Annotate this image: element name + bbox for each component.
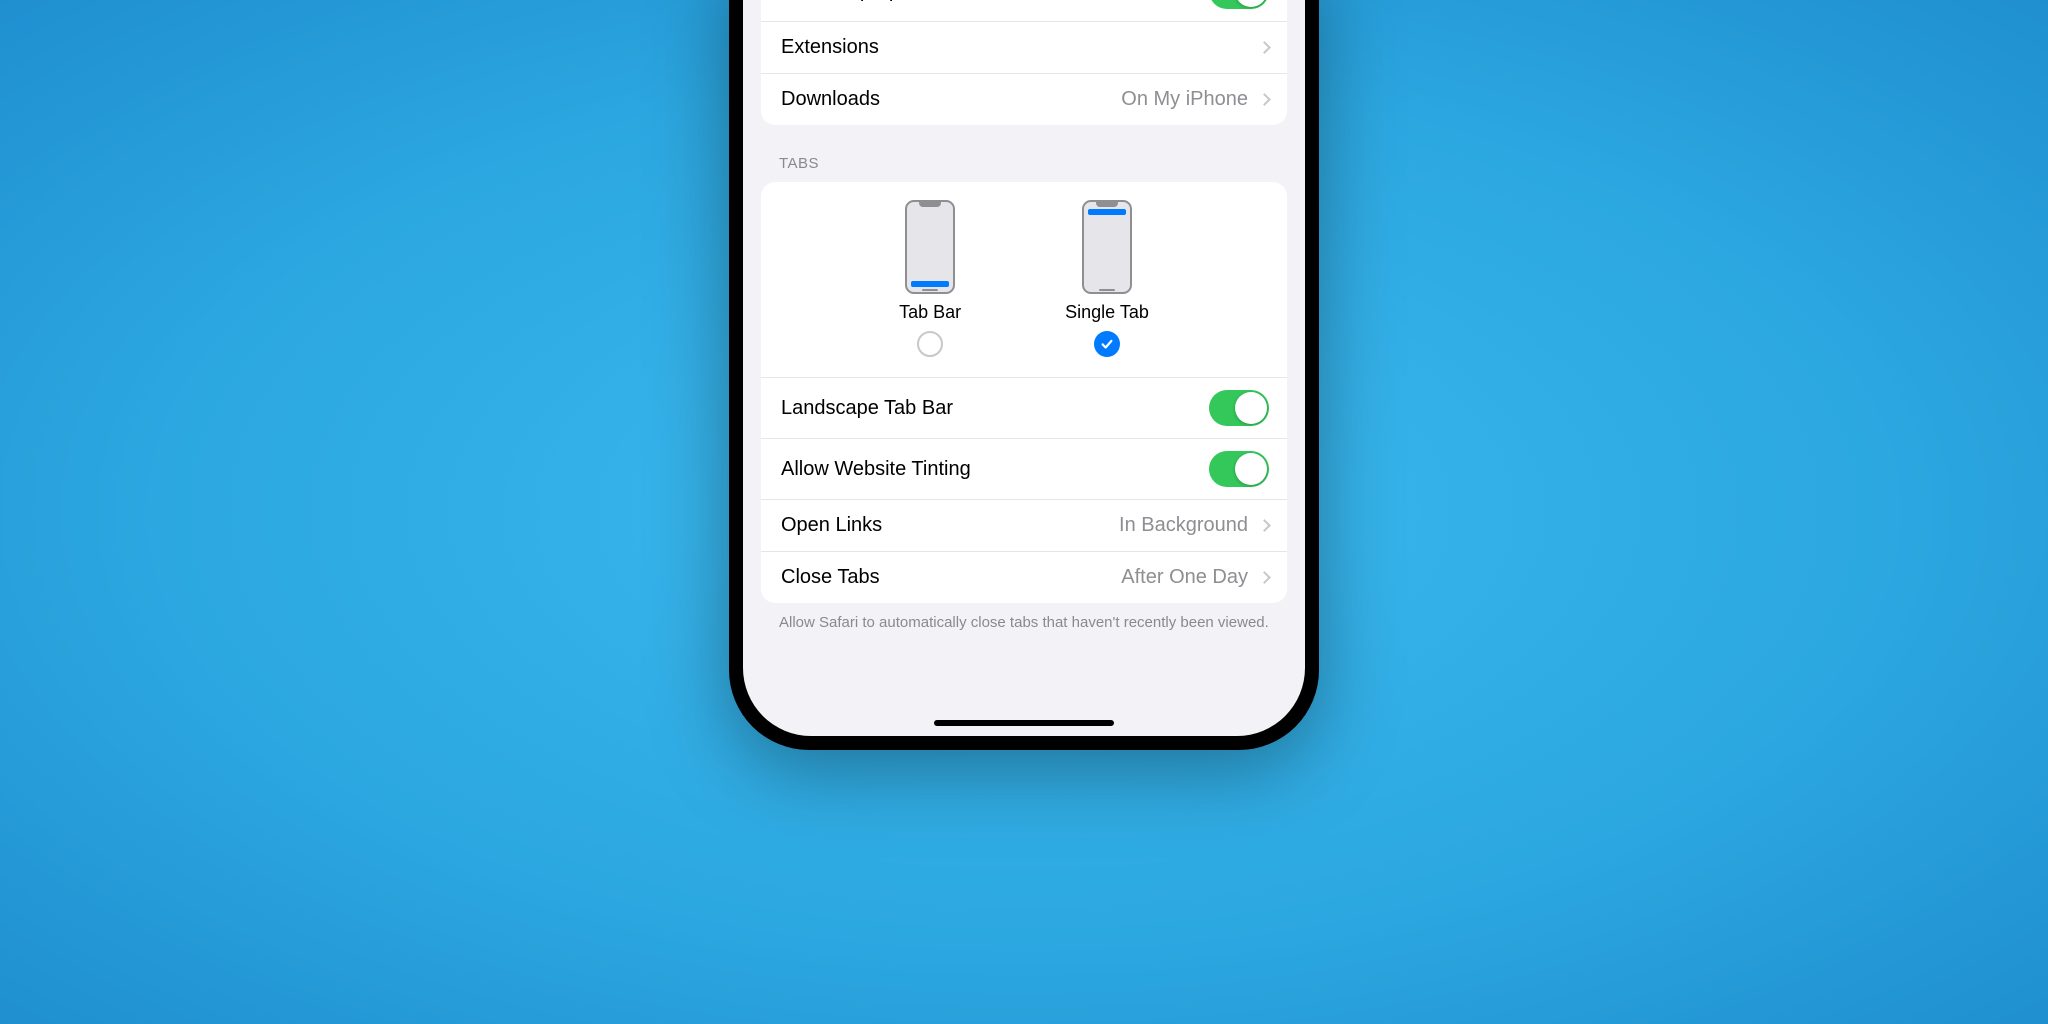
downloads-value: On My iPhone — [1121, 88, 1248, 111]
row-downloads[interactable]: Downloads On My iPhone — [761, 73, 1287, 125]
home-indicator — [934, 720, 1114, 726]
landscape-tab-bar-toggle[interactable] — [1209, 390, 1269, 426]
single-tab-preview-icon — [1082, 200, 1132, 294]
landscape-tab-bar-label: Landscape Tab Bar — [781, 397, 1209, 420]
tab-bar-label: Tab Bar — [899, 302, 961, 323]
row-extensions[interactable]: Extensions — [761, 21, 1287, 73]
chevron-right-icon — [1258, 571, 1271, 584]
close-tabs-value: After One Day — [1121, 566, 1248, 589]
phone-frame: Block Pop-ups Extensions Downloads On My… — [729, 0, 1319, 750]
block-popups-toggle[interactable] — [1209, 0, 1269, 9]
tab-bar-preview-icon — [905, 200, 955, 294]
tabs-section-header: TABS — [743, 125, 1305, 182]
downloads-label: Downloads — [781, 88, 1121, 111]
row-close-tabs[interactable]: Close Tabs After One Day — [761, 551, 1287, 603]
radio-unchecked-icon[interactable] — [917, 331, 943, 357]
extensions-label: Extensions — [781, 36, 1256, 59]
radio-checked-icon[interactable] — [1094, 331, 1120, 357]
open-links-label: Open Links — [781, 514, 1119, 537]
phone-screen: Block Pop-ups Extensions Downloads On My… — [743, 0, 1305, 736]
tab-layout-picker: Tab Bar Single Tab — [761, 182, 1287, 377]
block-popups-label: Block Pop-ups — [781, 0, 1209, 3]
chevron-right-icon — [1258, 41, 1271, 54]
allow-tinting-toggle[interactable] — [1209, 451, 1269, 487]
row-block-popups[interactable]: Block Pop-ups — [761, 0, 1287, 21]
option-single-tab[interactable]: Single Tab — [1065, 200, 1149, 357]
chevron-right-icon — [1258, 93, 1271, 106]
settings-group-general: Block Pop-ups Extensions Downloads On My… — [761, 0, 1287, 125]
allow-tinting-label: Allow Website Tinting — [781, 458, 1209, 481]
option-tab-bar[interactable]: Tab Bar — [899, 200, 961, 357]
close-tabs-footer: Allow Safari to automatically close tabs… — [743, 603, 1305, 633]
row-open-links[interactable]: Open Links In Background — [761, 499, 1287, 551]
row-landscape-tab-bar[interactable]: Landscape Tab Bar — [761, 377, 1287, 438]
close-tabs-label: Close Tabs — [781, 566, 1121, 589]
settings-group-tabs: Tab Bar Single Tab — [761, 182, 1287, 603]
chevron-right-icon — [1258, 519, 1271, 532]
row-allow-tinting[interactable]: Allow Website Tinting — [761, 438, 1287, 499]
single-tab-label: Single Tab — [1065, 302, 1149, 323]
open-links-value: In Background — [1119, 514, 1248, 537]
